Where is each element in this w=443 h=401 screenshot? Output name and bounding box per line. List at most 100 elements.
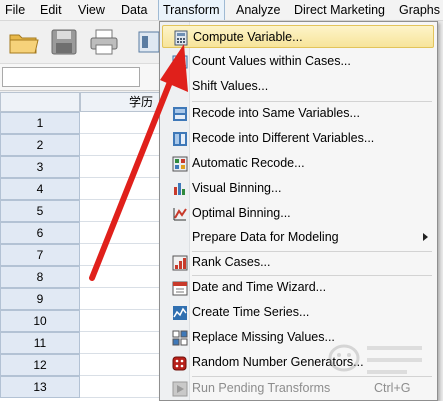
- data-cell[interactable]: [80, 200, 160, 222]
- menu-item-optimal-binning[interactable]: Optimal Binning...: [162, 202, 434, 225]
- table-row: 11: [0, 332, 160, 354]
- submenu-arrow-icon: [423, 233, 428, 241]
- row-header[interactable]: 4: [0, 178, 80, 200]
- watermark-logo: [322, 336, 432, 386]
- menu-item-recode-same[interactable]: Recode into Same Variables...: [162, 102, 434, 125]
- toolbar: [0, 21, 160, 64]
- recode-different-icon: [172, 131, 188, 147]
- automatic-recode-icon: [172, 156, 188, 172]
- menu-item-automatic-recode[interactable]: Automatic Recode...: [162, 152, 434, 175]
- menu-direct-marketing[interactable]: Direct Marketing: [290, 0, 389, 20]
- table-row: 1: [0, 112, 160, 134]
- calculator-icon: [173, 30, 189, 46]
- row-header[interactable]: 8: [0, 266, 80, 288]
- row-header[interactable]: 10: [0, 310, 80, 332]
- data-cell[interactable]: [80, 332, 160, 354]
- row-header[interactable]: 12: [0, 354, 80, 376]
- data-cell[interactable]: [80, 288, 160, 310]
- row-header[interactable]: 1: [0, 112, 80, 134]
- data-cell[interactable]: [80, 134, 160, 156]
- data-cell[interactable]: [80, 354, 160, 376]
- table-row: 4: [0, 178, 160, 200]
- save-icon[interactable]: [48, 27, 80, 57]
- menu-item-label: Optimal Binning...: [192, 206, 291, 220]
- column-header[interactable]: 学历: [80, 92, 160, 112]
- menu-item-label: Count Values within Cases...: [192, 54, 351, 68]
- print-icon[interactable]: [88, 27, 120, 57]
- row-header[interactable]: 7: [0, 244, 80, 266]
- menu-item-label: Date and Time Wizard...: [192, 280, 327, 294]
- menu-item-visual-binning[interactable]: Visual Binning...: [162, 177, 434, 200]
- data-cell[interactable]: [80, 244, 160, 266]
- table-row: 5: [0, 200, 160, 222]
- replace-missing-icon: [172, 330, 188, 346]
- data-cell[interactable]: [80, 112, 160, 134]
- menu-item-label: Rank Cases...: [192, 255, 271, 269]
- menu-transform[interactable]: Transform: [158, 0, 225, 20]
- run-pending-icon: [172, 381, 188, 397]
- row-header[interactable]: 2: [0, 134, 80, 156]
- data-cell[interactable]: [80, 222, 160, 244]
- table-row: 13: [0, 376, 160, 398]
- menu-item-label: Automatic Recode...: [192, 156, 305, 170]
- menu-item-create-time-series[interactable]: Create Time Series...: [162, 301, 434, 324]
- count-values-icon: X1: [172, 54, 188, 70]
- menu-item-prepare-data-for-modeling[interactable]: Prepare Data for Modeling: [162, 226, 434, 249]
- menu-graphs[interactable]: Graphs: [395, 0, 443, 20]
- menu-item-rank-cases[interactable]: Rank Cases...: [162, 251, 434, 274]
- table-row: 7: [0, 244, 160, 266]
- row-header[interactable]: 9: [0, 288, 80, 310]
- menu-item-label: Recode into Different Variables...: [192, 131, 375, 145]
- rank-cases-icon: [172, 255, 188, 271]
- dialog-recall-icon[interactable]: [136, 27, 160, 57]
- row-header[interactable]: 6: [0, 222, 80, 244]
- data-cell[interactable]: [80, 266, 160, 288]
- table-row: 6: [0, 222, 160, 244]
- table-row: 8: [0, 266, 160, 288]
- row-header[interactable]: 5: [0, 200, 80, 222]
- cell-reference-input[interactable]: [2, 67, 140, 87]
- calendar-icon: [172, 280, 188, 296]
- row-header[interactable]: 3: [0, 156, 80, 178]
- data-grid: 学历 1 2 3 4 5 6 7 8 9 10 11 12 13: [0, 92, 160, 401]
- menu-item-count-values[interactable]: X1 Count Values within Cases...: [162, 50, 434, 73]
- menu-item-label: Visual Binning...: [192, 181, 282, 195]
- menu-bar: File Edit View Data Transform Analyze Di…: [0, 0, 443, 21]
- menu-item-date-time-wizard[interactable]: Date and Time Wizard...: [162, 276, 434, 299]
- grid-corner: [0, 92, 80, 112]
- menu-item-label: Compute Variable...: [193, 30, 303, 44]
- menu-data[interactable]: Data: [117, 0, 151, 20]
- dice-icon: [172, 355, 188, 371]
- data-cell[interactable]: [80, 156, 160, 178]
- data-cell[interactable]: [80, 178, 160, 200]
- open-folder-icon[interactable]: [8, 27, 40, 57]
- table-row: 10: [0, 310, 160, 332]
- menu-analyze[interactable]: Analyze: [232, 0, 284, 20]
- table-row: 9: [0, 288, 160, 310]
- row-header[interactable]: 13: [0, 376, 80, 398]
- menu-item-label: Run Pending Transforms: [192, 381, 331, 395]
- data-cell[interactable]: [80, 310, 160, 332]
- menu-item-label: Prepare Data for Modeling: [192, 230, 339, 244]
- cell-reference-bar: [0, 64, 160, 91]
- recode-same-icon: [172, 106, 188, 122]
- menu-item-label: Create Time Series...: [192, 305, 310, 319]
- time-series-icon: [172, 305, 188, 321]
- table-row: 12: [0, 354, 160, 376]
- row-header[interactable]: 11: [0, 332, 80, 354]
- svg-text:1: 1: [181, 59, 187, 69]
- menu-item-label: Shift Values...: [192, 79, 269, 93]
- menu-item-compute-variable[interactable]: Compute Variable...: [162, 25, 434, 48]
- menu-edit[interactable]: Edit: [36, 0, 66, 20]
- menu-view[interactable]: View: [74, 0, 109, 20]
- table-row: 2: [0, 134, 160, 156]
- menu-item-label: Recode into Same Variables...: [192, 106, 360, 120]
- menu-file[interactable]: File: [1, 0, 29, 20]
- table-row: 3: [0, 156, 160, 178]
- visual-binning-icon: [172, 181, 188, 197]
- data-cell[interactable]: [80, 376, 160, 398]
- menu-item-label: Replace Missing Values...: [192, 330, 335, 344]
- menu-item-shift-values[interactable]: Shift Values...: [162, 75, 434, 98]
- optimal-binning-icon: [172, 206, 188, 222]
- menu-item-recode-different[interactable]: Recode into Different Variables...: [162, 127, 434, 150]
